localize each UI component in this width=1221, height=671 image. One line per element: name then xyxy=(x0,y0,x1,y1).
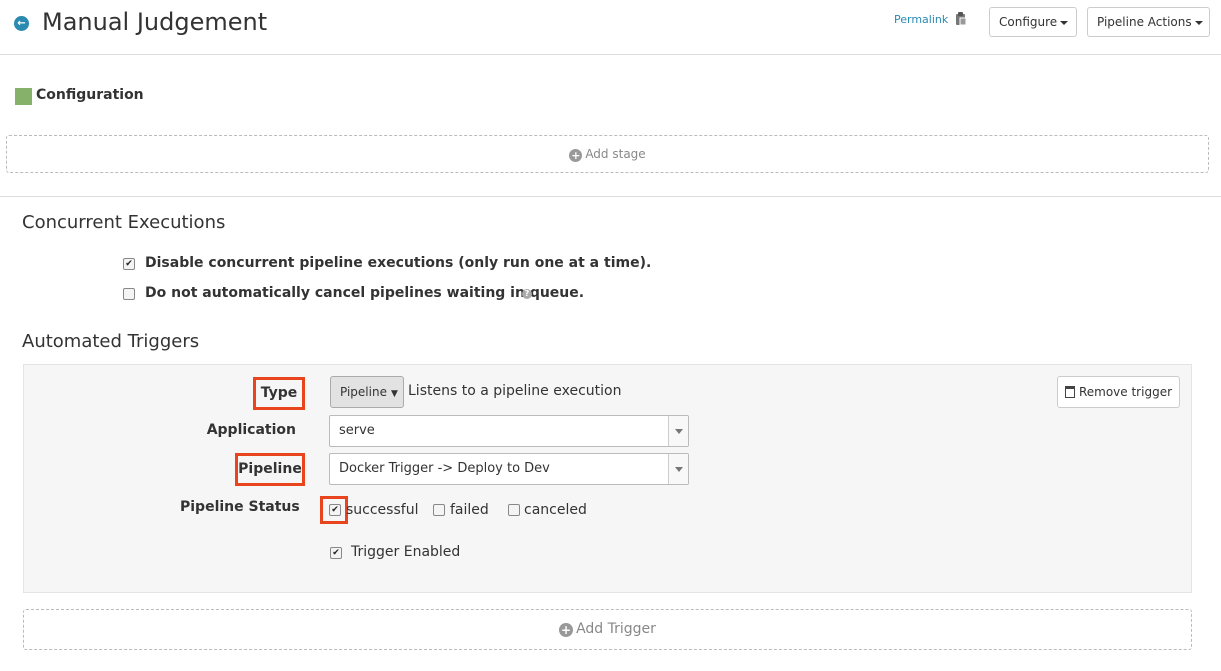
help-icon[interactable]: ? xyxy=(522,289,532,299)
pipeline-select[interactable]: Docker Trigger -> Deploy to Dev xyxy=(329,453,689,485)
status-successful-label[interactable]: successful xyxy=(346,502,418,518)
status-canceled-checkbox[interactable] xyxy=(508,504,520,516)
triangle-down-icon: ▼ xyxy=(390,389,398,399)
trigger-type-description: Listens to a pipeline execution xyxy=(408,383,622,399)
section-divider xyxy=(0,196,1221,197)
add-trigger-button[interactable]: + Add Trigger xyxy=(23,609,1192,650)
trigger-type-value: Pipeline xyxy=(340,385,387,399)
configuration-stage-icon[interactable] xyxy=(15,88,32,105)
pipeline-label: Pipeline xyxy=(235,453,305,486)
chevron-down-icon xyxy=(668,416,688,446)
add-stage-label: Add stage xyxy=(585,147,646,161)
application-select[interactable]: serve xyxy=(329,415,689,447)
page-title: Manual Judgement xyxy=(42,8,268,36)
plus-circle-icon: + xyxy=(569,149,583,162)
pipeline-value: Docker Trigger -> Deploy to Dev xyxy=(339,461,550,476)
trash-icon xyxy=(1064,386,1075,398)
type-label: Type xyxy=(253,377,305,410)
configure-label: Configure xyxy=(999,15,1058,29)
page-header: ← Manual Judgement Permalink Configure P… xyxy=(0,0,1221,55)
configuration-stage-label[interactable]: Configuration xyxy=(36,87,144,103)
caret-down-icon xyxy=(1060,20,1069,25)
remove-trigger-label: Remove trigger xyxy=(1078,385,1173,399)
add-stage-button[interactable]: + Add stage xyxy=(6,135,1209,173)
concurrent-executions-heading: Concurrent Executions xyxy=(22,212,226,233)
plus-circle-icon: + xyxy=(559,623,574,637)
disable-concurrent-checkbox[interactable]: ✔ xyxy=(123,258,135,270)
add-trigger-label: Add Trigger xyxy=(576,621,656,637)
application-value: serve xyxy=(339,423,375,438)
trigger-enabled-label[interactable]: Trigger Enabled xyxy=(351,544,460,560)
status-canceled-label[interactable]: canceled xyxy=(524,502,587,518)
no-auto-cancel-checkbox[interactable] xyxy=(123,288,135,300)
trigger-enabled-checkbox[interactable]: ✔ xyxy=(330,547,342,559)
clipboard-icon[interactable] xyxy=(955,12,967,26)
permalink-link[interactable]: Permalink xyxy=(894,13,948,26)
disable-concurrent-label[interactable]: Disable concurrent pipeline executions (… xyxy=(145,255,651,271)
back-arrow-icon[interactable]: ← xyxy=(14,16,29,31)
pipeline-actions-button[interactable]: Pipeline Actions xyxy=(1087,7,1210,37)
caret-down-icon xyxy=(1194,20,1203,25)
application-label: Application xyxy=(206,422,296,438)
automated-triggers-heading: Automated Triggers xyxy=(22,331,200,352)
status-failed-checkbox[interactable] xyxy=(433,504,445,516)
trigger-type-dropdown[interactable]: Pipeline ▼ xyxy=(330,376,404,408)
remove-trigger-button[interactable]: Remove trigger xyxy=(1057,376,1180,408)
no-auto-cancel-label[interactable]: Do not automatically cancel pipelines wa… xyxy=(145,285,584,301)
configure-button[interactable]: Configure xyxy=(989,7,1077,37)
status-successful-checkbox[interactable]: ✔ xyxy=(329,504,341,516)
chevron-down-icon xyxy=(668,454,688,484)
pipeline-status-label: Pipeline Status xyxy=(180,499,300,515)
status-failed-label[interactable]: failed xyxy=(450,502,489,518)
pipeline-actions-label: Pipeline Actions xyxy=(1097,15,1192,29)
